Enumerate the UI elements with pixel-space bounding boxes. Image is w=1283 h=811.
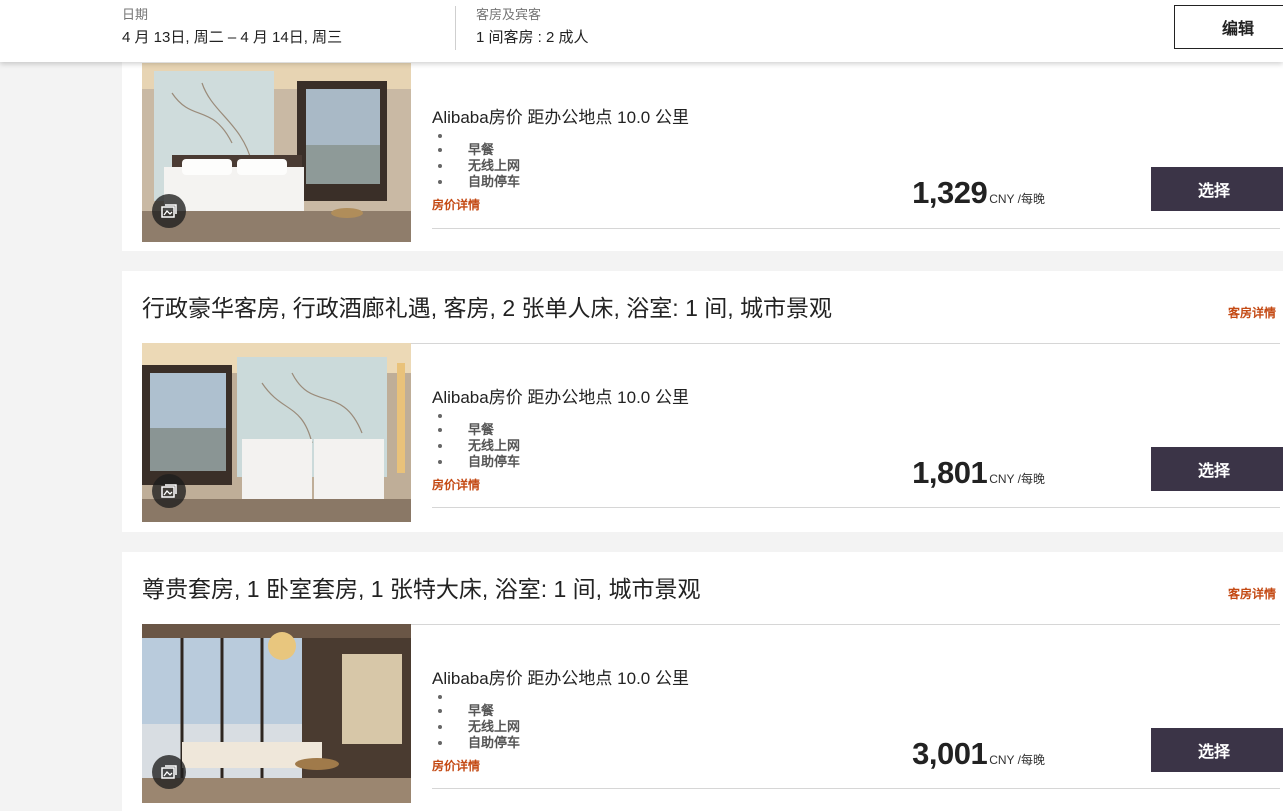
list-item: 无线上网 [432, 438, 520, 454]
rate-details-link[interactable]: 房价详情 [432, 476, 480, 493]
price: 1,329 CNY /每晚 [912, 175, 1045, 211]
list-item: 自助停车 [432, 735, 520, 751]
price-amount: 1,801 [912, 455, 988, 490]
list-item: 早餐 [432, 422, 520, 438]
image-gallery-icon[interactable] [152, 755, 186, 789]
date-label: 日期 [122, 7, 149, 22]
room-card: 行政豪华客房, 行政酒廊礼遇, 客房, 2 张单人床, 浴室: 1 间, 城市景… [122, 271, 1283, 532]
rate-details-link[interactable]: 房价详情 [432, 757, 480, 774]
price: 3,001 CNY /每晚 [912, 736, 1045, 772]
room-details-link[interactable]: 客房详情 [1228, 585, 1276, 602]
room-title: 尊贵套房, 1 卧室套房, 1 张特大床, 浴室: 1 间, 城市景观 [142, 576, 701, 602]
list-item [432, 689, 520, 703]
select-button[interactable]: 选择 [1151, 447, 1283, 491]
guests-summary: 客房及宾客 1 间客房 : 2 成人 [476, 4, 589, 47]
price-unit: CNY /每晚 [989, 192, 1045, 206]
price: 1,801 CNY /每晚 [912, 455, 1045, 491]
room-card: 尊贵套房, 1 卧室套房, 1 张特大床, 浴室: 1 间, 城市景观 客房详情 [122, 552, 1283, 811]
room-title: 行政豪华客房, 行政酒廊礼遇, 客房, 2 张单人床, 浴室: 1 间, 城市景… [142, 295, 833, 321]
guests-label: 客房及宾客 [476, 7, 542, 22]
amenities-list: 早餐 无线上网 自助停车 [432, 689, 520, 751]
date-summary: 日期 4 月 13日, 周二 – 4 月 14日, 周三 [122, 4, 342, 47]
list-item: 自助停车 [432, 454, 520, 470]
price-amount: 3,001 [912, 736, 988, 771]
edit-button[interactable]: 编辑 [1174, 5, 1283, 49]
room-photo[interactable] [142, 343, 411, 522]
select-button[interactable]: 选择 [1151, 167, 1283, 211]
divider [432, 228, 1280, 229]
room-photo[interactable] [142, 63, 411, 242]
amenities-list: 早餐 无线上网 自助停车 [432, 128, 520, 190]
rate-name: Alibaba房价 距办公地点 10.0 公里 [432, 669, 689, 688]
divider [432, 788, 1280, 789]
list-item [432, 408, 520, 422]
guests-value: 1 间客房 : 2 成人 [476, 29, 589, 46]
list-item: 无线上网 [432, 158, 520, 174]
list-item [432, 128, 520, 142]
rate-name: Alibaba房价 距办公地点 10.0 公里 [432, 108, 689, 127]
divider [432, 507, 1280, 508]
room-details-link[interactable]: 客房详情 [1228, 304, 1276, 321]
search-summary-bar: 日期 4 月 13日, 周二 – 4 月 14日, 周三 客房及宾客 1 间客房… [0, 0, 1283, 62]
image-gallery-icon[interactable] [152, 474, 186, 508]
image-gallery-icon[interactable] [152, 194, 186, 228]
price-amount: 1,329 [912, 175, 988, 210]
list-item: 早餐 [432, 142, 520, 158]
rate-name: Alibaba房价 距办公地点 10.0 公里 [432, 388, 689, 407]
amenities-list: 早餐 无线上网 自助停车 [432, 408, 520, 470]
room-card: Alibaba房价 距办公地点 10.0 公里 早餐 无线上网 自助停车 房价详… [122, 30, 1283, 251]
date-value: 4 月 13日, 周二 – 4 月 14日, 周三 [122, 29, 343, 46]
select-button[interactable]: 选择 [1151, 728, 1283, 772]
list-item: 无线上网 [432, 719, 520, 735]
rate-details-link[interactable]: 房价详情 [432, 196, 480, 213]
price-unit: CNY /每晚 [989, 753, 1045, 767]
room-photo[interactable] [142, 624, 411, 803]
header-divider [455, 6, 456, 50]
list-item: 早餐 [432, 703, 520, 719]
list-item: 自助停车 [432, 174, 520, 190]
price-unit: CNY /每晚 [989, 472, 1045, 486]
